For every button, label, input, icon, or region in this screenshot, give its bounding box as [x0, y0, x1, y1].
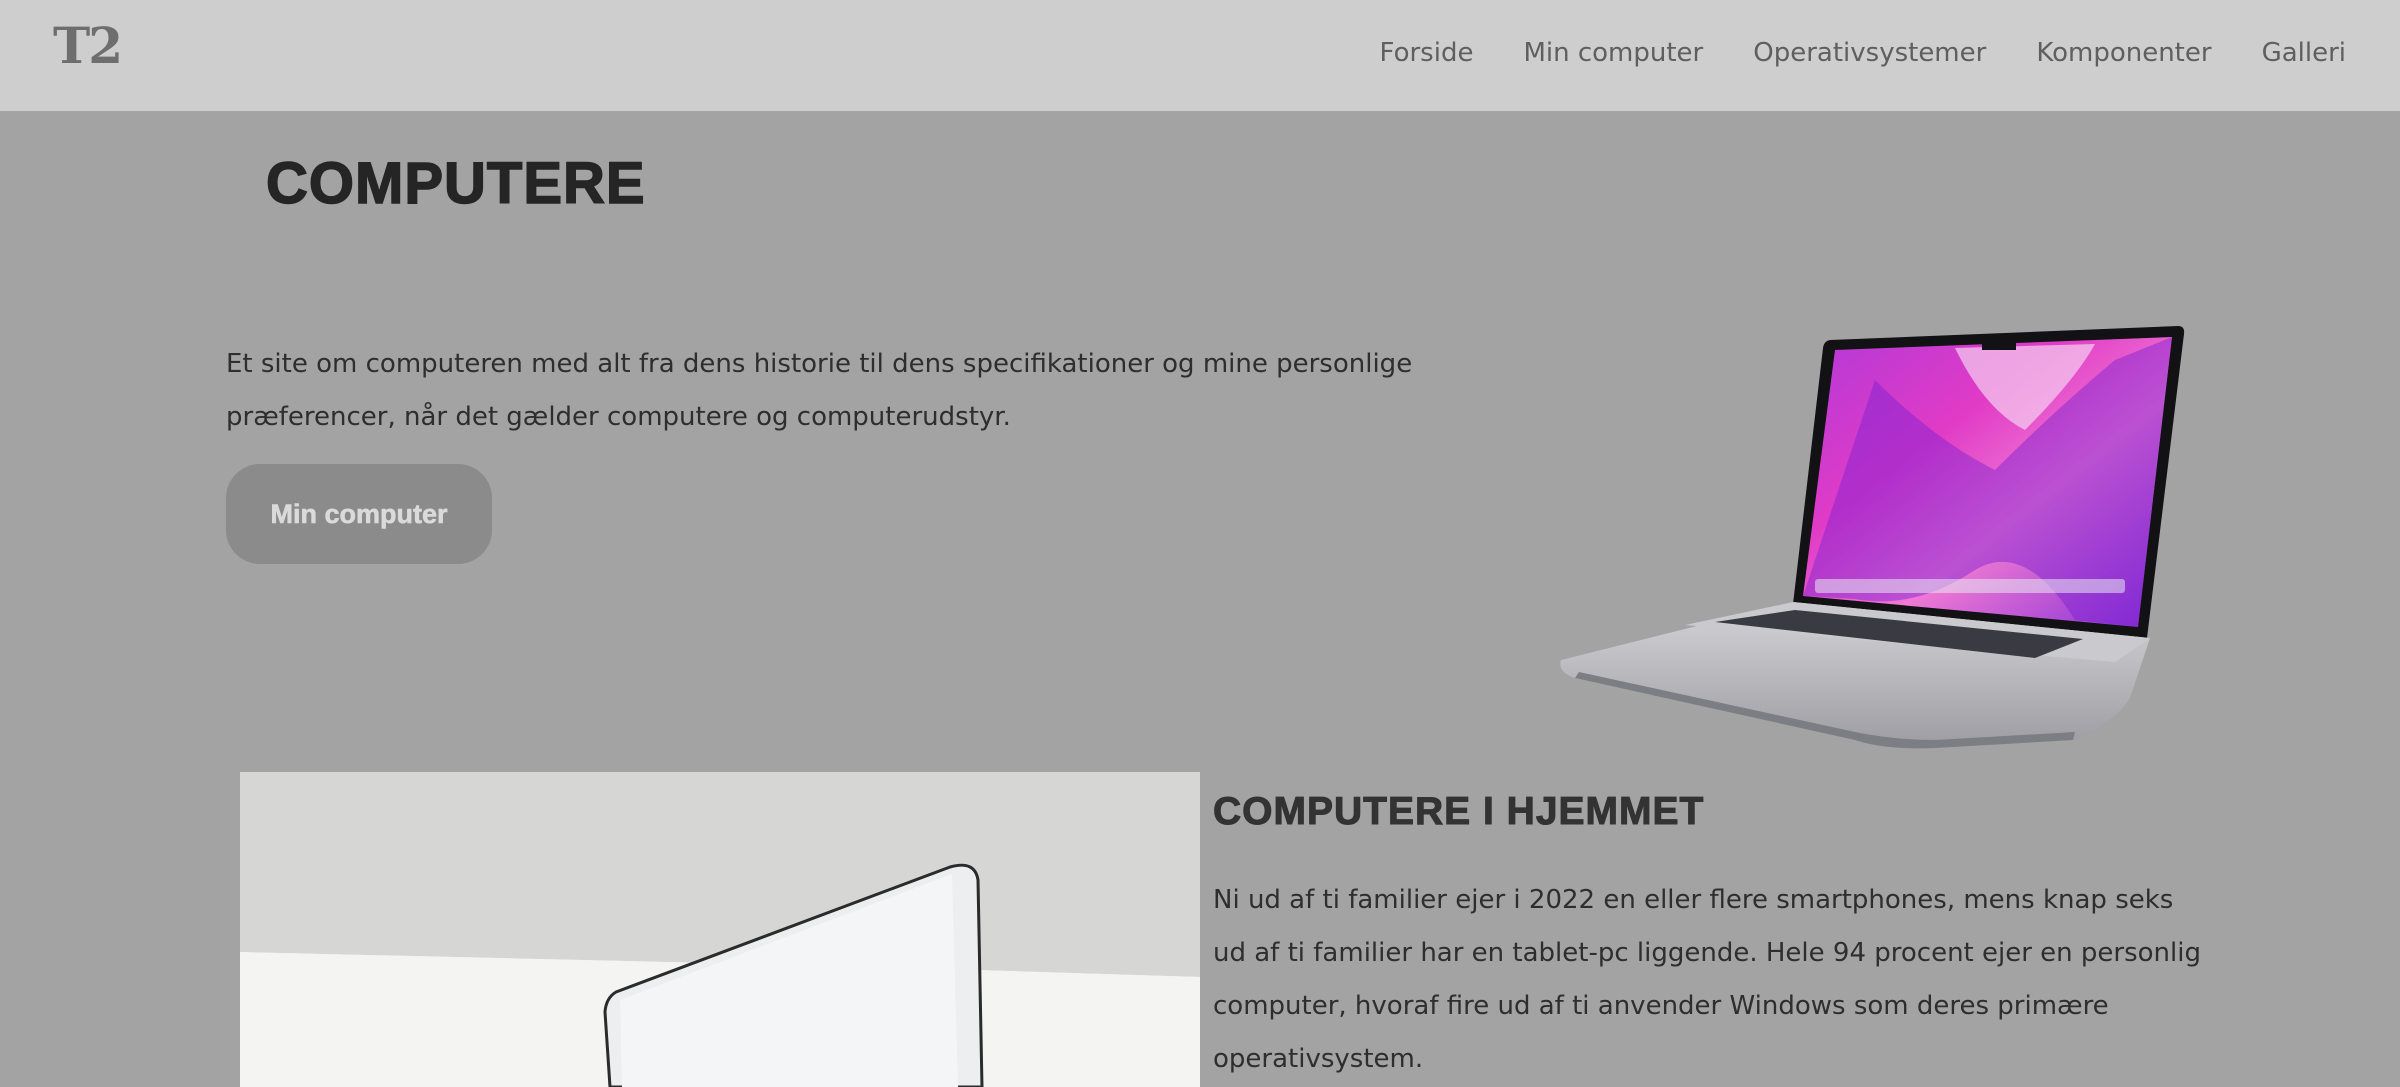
site-header: T2 Forside Min computer Operativsystemer… [0, 0, 2400, 111]
laptop-image [1560, 326, 2185, 749]
laptop-photo-art [240, 772, 1200, 1087]
laptop-photo [240, 772, 1200, 1087]
section-title: COMPUTERE I HJEMMET [1212, 790, 1705, 834]
hero-description: Et site om computeren med alt fra dens h… [226, 349, 1413, 432]
section-description: Ni ud af ti familier ejer i 2022 en elle… [1213, 885, 2201, 1074]
nav-min-computer[interactable]: Min computer [1523, 38, 1703, 68]
nav-operativsystemer[interactable]: Operativsystemer [1753, 38, 1986, 68]
nav-forside[interactable]: Forside [1380, 38, 1474, 68]
main-nav: Forside Min computer Operativsystemer Ko… [1330, 38, 2346, 68]
min-computer-button[interactable]: Min computer [226, 464, 492, 564]
nav-komponenter[interactable]: Komponenter [2036, 38, 2211, 68]
nav-galleri[interactable]: Galleri [2262, 38, 2346, 68]
site-logo[interactable]: T2 [53, 16, 123, 75]
hero-title: COMPUTERE [265, 150, 646, 217]
